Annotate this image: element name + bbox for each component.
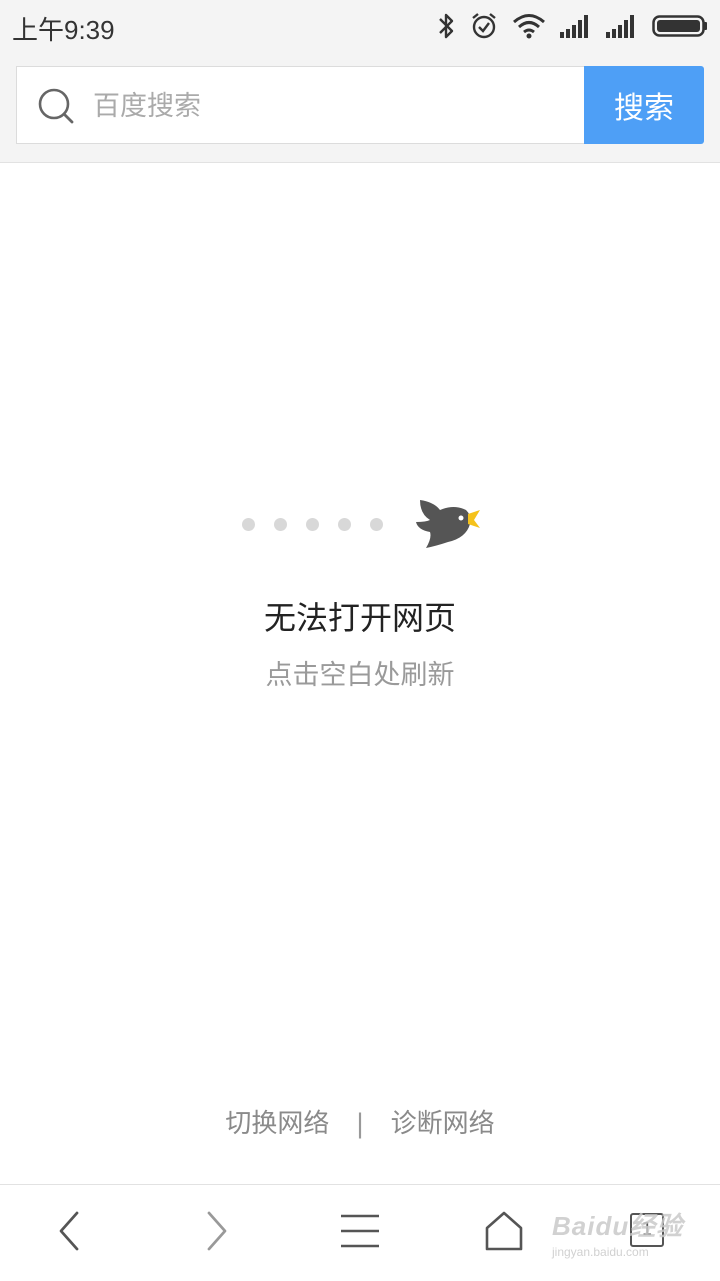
watermark-url: jingyan.baidu.com — [552, 1245, 649, 1259]
refresh-hint[interactable]: 点击空白处刷新 — [0, 653, 720, 692]
forward-button[interactable] — [192, 1209, 240, 1257]
battery-icon — [652, 14, 708, 38]
home-icon — [484, 1210, 524, 1256]
status-time: 上午9:39 — [12, 15, 115, 45]
loading-dot — [338, 518, 351, 531]
menu-button[interactable] — [336, 1209, 384, 1257]
loading-dots — [242, 518, 383, 531]
alarm-icon — [470, 12, 498, 40]
signal-icon — [560, 14, 592, 38]
search-icon — [37, 87, 75, 129]
loading-dot — [242, 518, 255, 531]
back-icon — [55, 1209, 85, 1257]
home-button[interactable] — [480, 1209, 528, 1257]
network-links: 切换网络 | 诊断网络 — [0, 1103, 720, 1140]
bluetooth-icon — [436, 12, 456, 40]
search-header: 搜索 — [0, 52, 720, 163]
switch-network-link[interactable]: 切换网络 — [225, 1103, 329, 1140]
error-page[interactable]: 无法打开网页 点击空白处刷新 切换网络 | 诊断网络 — [0, 163, 720, 1183]
search-box[interactable] — [16, 66, 584, 145]
status-bar: 上午9:39 — [0, 0, 720, 52]
diagnose-network-link[interactable]: 诊断网络 — [391, 1103, 495, 1140]
error-title: 无法打开网页 — [263, 599, 456, 637]
signal-icon — [606, 14, 638, 38]
menu-icon — [339, 1213, 381, 1253]
loading-dot — [370, 518, 383, 531]
watermark-logo: Baidu经验 — [552, 1211, 684, 1241]
search-button[interactable]: 搜索 — [584, 66, 704, 144]
wifi-icon — [512, 13, 546, 39]
watermark: Baidu经验 jingyan.baidu.com — [552, 1206, 702, 1266]
back-button[interactable] — [46, 1209, 94, 1257]
loading-dot — [306, 518, 319, 531]
link-separator: | — [355, 1109, 365, 1139]
status-icons — [436, 9, 708, 43]
search-input[interactable] — [91, 67, 575, 145]
loading-dot — [274, 518, 287, 531]
bird-icon — [414, 496, 482, 554]
forward-icon — [201, 1209, 231, 1257]
